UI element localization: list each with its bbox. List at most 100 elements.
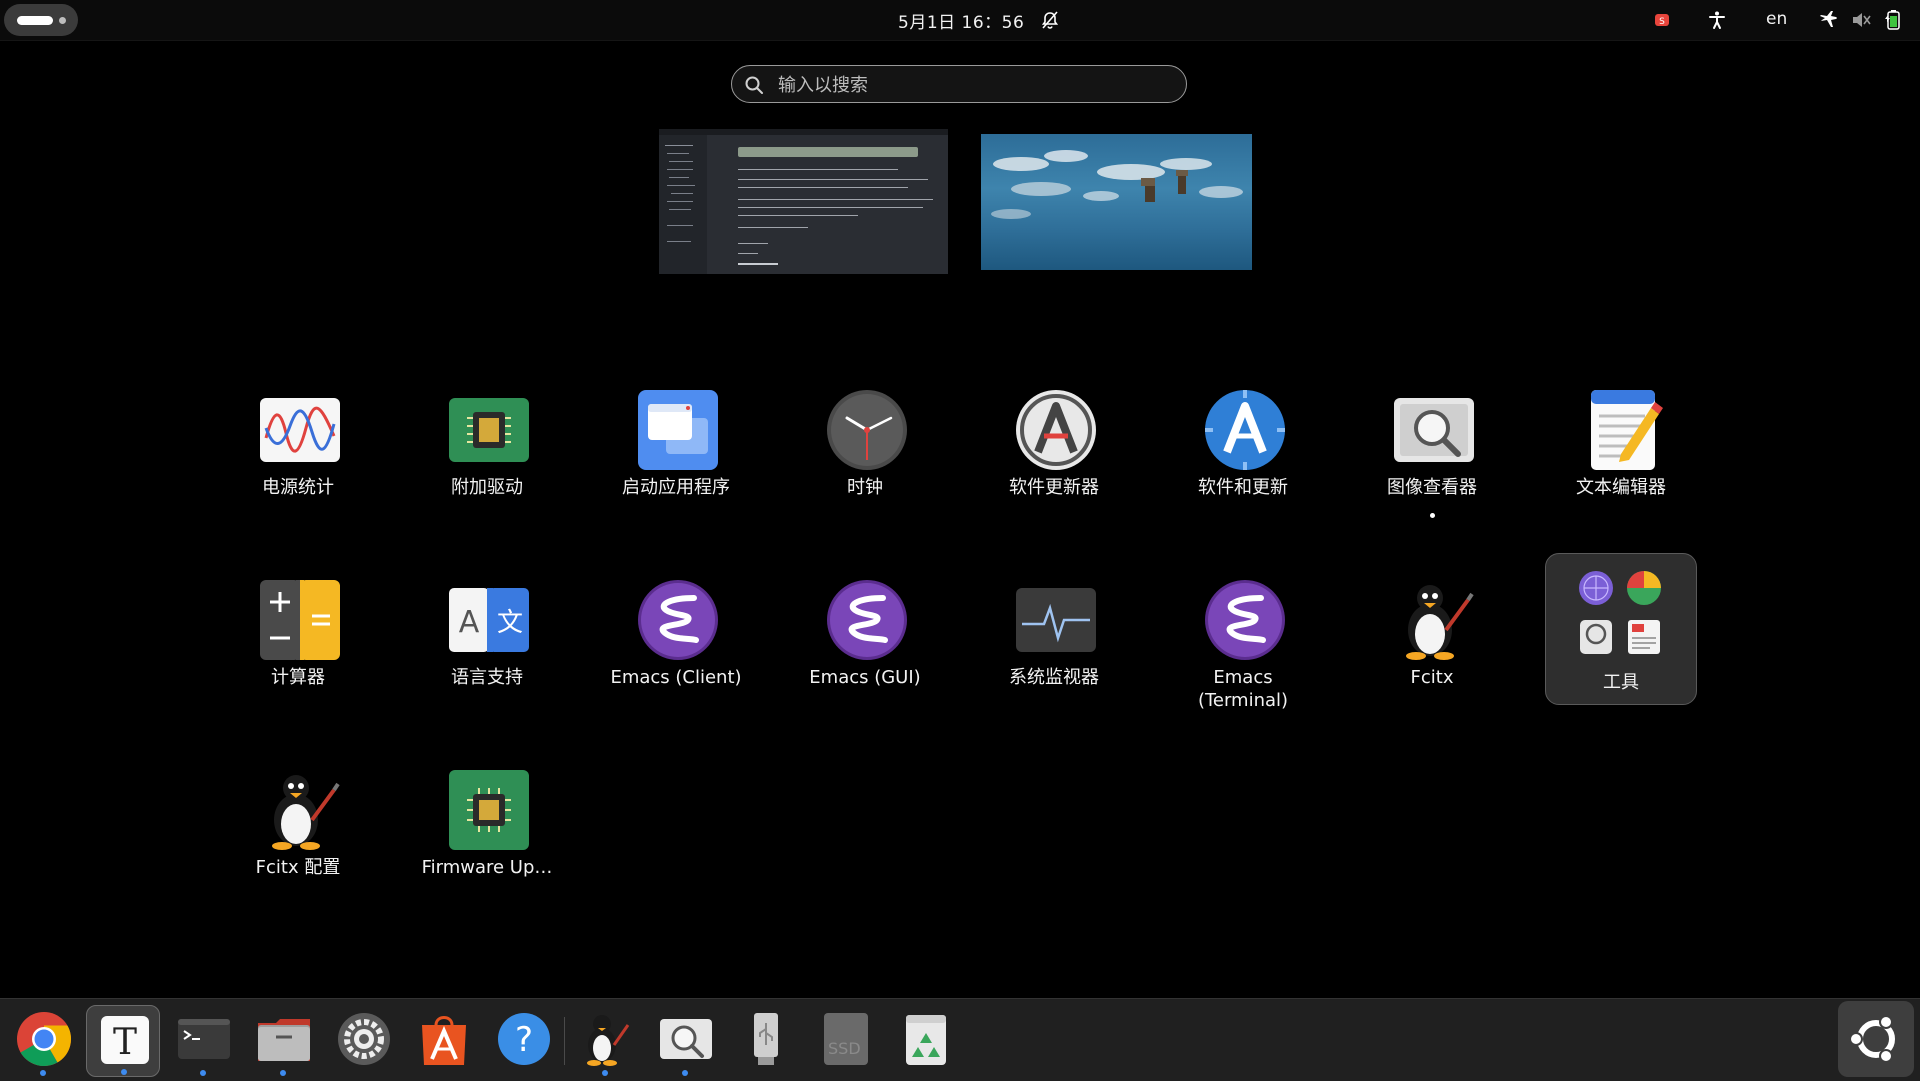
app-label: 电源统计: [262, 477, 334, 498]
fcitx-penguin-icon: [272, 775, 340, 850]
running-indicator: [602, 1070, 608, 1076]
app-label: Emacs (GUI): [809, 667, 921, 688]
app-label: Emacs (Client): [610, 667, 742, 688]
app-label: Fcitx 配置: [255, 857, 341, 878]
app-label: 语言支持: [451, 667, 523, 688]
app-image-viewer[interactable]: 图像查看器: [1342, 378, 1522, 538]
folder-tools[interactable]: 工具: [1545, 553, 1697, 705]
search-box[interactable]: [731, 65, 1187, 103]
workspace-indicator-active: [17, 16, 53, 25]
usb-drive-icon: [754, 1013, 778, 1065]
app-text-editor[interactable]: 文本编辑器: [1531, 378, 1711, 538]
search-icon: [745, 76, 763, 94]
software-and-updates-icon: [1205, 390, 1285, 470]
top-bar: 5月1日 16：56 S en: [0, 0, 1920, 41]
dock-files[interactable]: [246, 1005, 320, 1077]
indicator-app-icon[interactable]: S: [1651, 9, 1673, 31]
running-indicator: [200, 1070, 206, 1076]
app-emacs-gui[interactable]: Emacs (GUI): [775, 568, 955, 728]
svg-text:S: S: [1659, 17, 1665, 27]
dock-fcitx[interactable]: [568, 1005, 642, 1077]
additional-drivers-icon: [449, 398, 529, 462]
emacs-icon: [1205, 580, 1285, 660]
emacs-icon: [827, 580, 907, 660]
app-emacs-client[interactable]: Emacs (Client): [586, 568, 766, 728]
app-language-support[interactable]: A 文 语言支持: [397, 568, 577, 728]
app-clock[interactable]: 时钟: [775, 378, 955, 538]
power-statistics-icon: [260, 398, 340, 462]
notifications-off-icon: [1040, 10, 1060, 30]
svg-text:A: A: [459, 605, 480, 640]
show-apps-button[interactable]: [1838, 1001, 1914, 1077]
settings-icon: [338, 1013, 390, 1065]
app-additional-drivers[interactable]: 附加驱动: [397, 378, 577, 538]
battery-icon[interactable]: [1882, 9, 1904, 31]
app-power-statistics[interactable]: 电源统计: [208, 378, 388, 538]
app-calculator[interactable]: 计算器: [208, 568, 388, 728]
app-label: Firmware Up…: [421, 857, 553, 878]
app-startup-applications[interactable]: 启动应用程序: [586, 378, 766, 538]
dock-ssd-drive[interactable]: SSD: [808, 1005, 882, 1077]
app-label: 图像查看器: [1387, 477, 1477, 498]
dock-chrome[interactable]: [6, 1005, 80, 1077]
dock-image-viewer[interactable]: [648, 1005, 722, 1077]
app-system-monitor[interactable]: 系统监视器: [964, 568, 1144, 728]
workspace-indicator-dot: [59, 17, 66, 24]
app-center-icon: [422, 1016, 466, 1065]
clock-icon: [827, 390, 907, 470]
fcitx-penguin-icon: [587, 1015, 630, 1066]
app-fcitx[interactable]: Fcitx: [1342, 568, 1522, 728]
workspace-2-thumbnail[interactable]: [981, 134, 1252, 270]
app-software-and-updates[interactable]: 软件和更新: [1153, 378, 1333, 538]
dock-separator: [564, 1017, 565, 1065]
startup-applications-icon: [638, 390, 718, 470]
app-label: Fcitx: [1410, 667, 1454, 688]
running-indicator: [280, 1070, 286, 1076]
app-label: 启动应用程序: [622, 477, 730, 498]
dock-settings[interactable]: [326, 1005, 400, 1077]
folder-label: 工具: [1603, 672, 1639, 693]
app-fcitx-config[interactable]: Fcitx 配置: [208, 758, 388, 918]
activities-button[interactable]: [4, 4, 78, 36]
app-firmware-updater[interactable]: Firmware Up…: [397, 758, 577, 918]
emacs-icon: [638, 580, 718, 660]
running-indicator: [121, 1069, 127, 1075]
files-icon: [258, 1019, 310, 1061]
app-software-updater[interactable]: 软件更新器: [964, 378, 1144, 538]
dock-terminal[interactable]: [166, 1005, 240, 1077]
app-label: 软件更新器: [1009, 477, 1099, 498]
dock-trash[interactable]: [888, 1005, 962, 1077]
wallpaper-image: [991, 150, 1243, 219]
dock-usb-drive[interactable]: [728, 1005, 802, 1077]
image-viewer-icon: [660, 1019, 712, 1059]
search-input[interactable]: [776, 71, 1170, 99]
svg-text:T: T: [113, 1022, 137, 1063]
ssd-label: SSD: [828, 1039, 861, 1058]
airplane-mode-icon[interactable]: [1818, 9, 1840, 31]
dock-app-center[interactable]: [406, 1005, 480, 1077]
clock[interactable]: 5月1日 16：56: [898, 8, 1024, 33]
image-viewer-icon: [1394, 398, 1474, 462]
dock-text-editor[interactable]: T: [86, 1005, 160, 1077]
app-label: Emacs (Terminal): [1197, 667, 1289, 711]
help-icon: ?: [498, 1013, 550, 1065]
text-editor-icon: [1591, 390, 1663, 470]
accessibility-icon[interactable]: [1706, 9, 1728, 31]
folder-preview-icons: [1579, 571, 1661, 654]
svg-text:?: ?: [515, 1020, 533, 1060]
clock-area[interactable]: 5月1日 16：56: [898, 0, 1060, 40]
running-indicator: [682, 1070, 688, 1076]
trash-icon: [906, 1015, 946, 1065]
workspace-1-thumbnail[interactable]: [659, 129, 948, 274]
terminal-icon: [178, 1019, 230, 1059]
running-indicator: [40, 1070, 46, 1076]
app-label: 时钟: [847, 477, 883, 498]
app-label: 计算器: [271, 667, 325, 688]
app-emacs-terminal[interactable]: Emacs (Terminal): [1153, 568, 1333, 728]
volume-muted-icon[interactable]: [1850, 9, 1872, 31]
language-indicator[interactable]: en: [1766, 9, 1787, 29]
dock-help[interactable]: ?: [486, 1005, 560, 1077]
calculator-icon: [260, 580, 340, 660]
app-label: 文本编辑器: [1576, 477, 1666, 498]
ubuntu-show-apps-icon: [1849, 1015, 1895, 1063]
